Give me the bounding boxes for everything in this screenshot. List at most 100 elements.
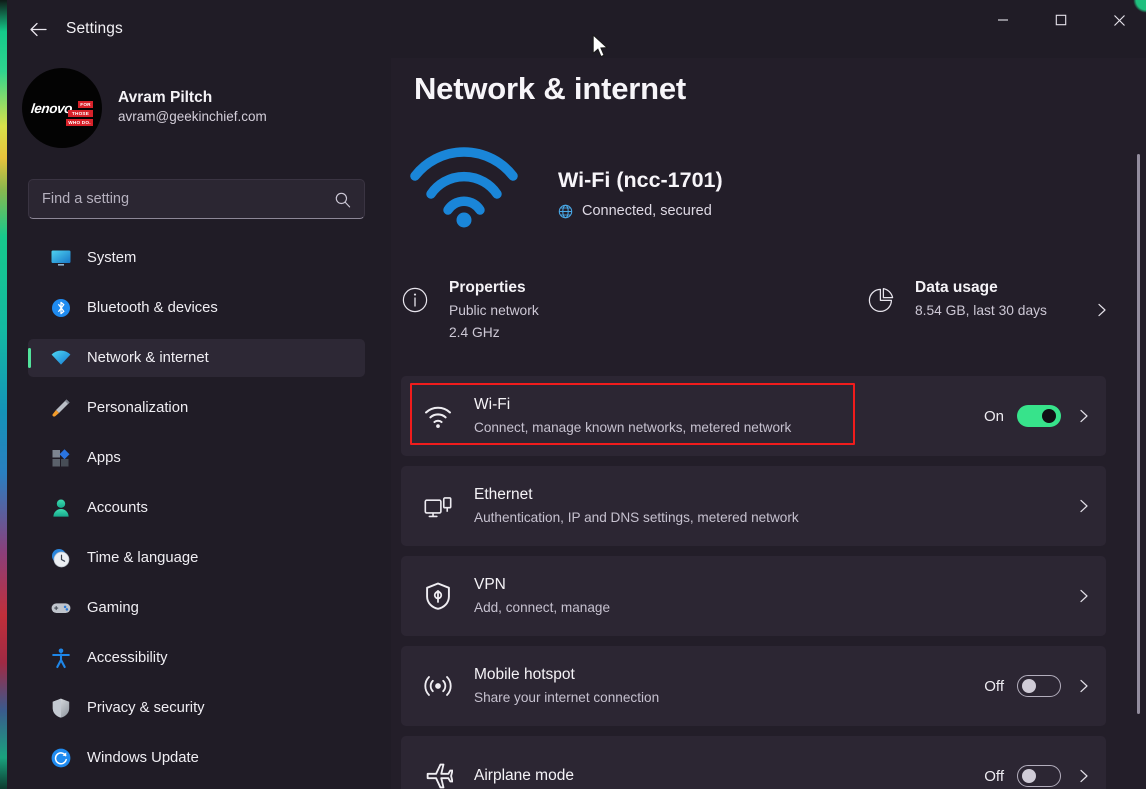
shield-icon (50, 697, 72, 719)
airplane-icon (423, 761, 453, 789)
toggle-knob (1042, 409, 1056, 423)
chevron-right-icon[interactable] (1076, 588, 1092, 604)
setting-card-controls: Off (984, 765, 1092, 787)
vpn-shield-icon (423, 581, 453, 611)
gamepad-icon (50, 597, 72, 619)
sidebar-item-accessibility[interactable]: Accessibility (28, 639, 365, 677)
properties-network-type: Public network (449, 303, 539, 318)
account-card[interactable]: lenovo FOR THOSE WHO DO. Avram Piltch av… (22, 68, 372, 148)
setting-card-subtitle: Connect, manage known networks, metered … (474, 420, 792, 435)
properties-title: Properties (449, 279, 526, 296)
sidebar-item-bluetooth-devices[interactable]: Bluetooth & devices (28, 289, 365, 327)
paintbrush-icon (50, 397, 72, 419)
minimize-button[interactable] (980, 0, 1026, 40)
setting-card-title: Mobile hotspot (474, 666, 575, 683)
back-arrow-icon (29, 22, 47, 36)
avatar-brand-text: lenovo (30, 101, 73, 116)
sidebar-item-label: Privacy & security (87, 700, 205, 716)
setting-card-mobile-hotspot[interactable]: Mobile hotspot Share your internet connec… (401, 646, 1106, 726)
clock-globe-icon (52, 549, 70, 568)
shield-icon (52, 698, 70, 718)
network-info-strip: Properties Public network 2.4 GHz Data u… (401, 276, 1123, 368)
sidebar-item-label: Windows Update (87, 750, 199, 766)
chevron-right-icon[interactable] (1076, 498, 1092, 514)
sidebar: lenovo FOR THOSE WHO DO. Avram Piltch av… (6, 58, 391, 789)
sidebar-item-label: System (87, 250, 137, 266)
sidebar-item-gaming[interactable]: Gaming (28, 589, 365, 627)
sidebar-item-network-internet[interactable]: Network & internet (28, 339, 365, 377)
setting-card-title: Wi-Fi (474, 396, 511, 413)
scrollbar-track[interactable] (1132, 58, 1144, 789)
sidebar-item-label: Apps (87, 450, 121, 466)
hotspot-icon (424, 676, 452, 696)
sidebar-item-personalization[interactable]: Personalization (28, 389, 365, 427)
toggle-airplane-mode[interactable] (1017, 765, 1061, 787)
wifi-card-icon (424, 406, 452, 428)
info-circle-icon (402, 287, 428, 313)
title-bar: Settings (6, 0, 1146, 58)
sidebar-item-time-language[interactable]: Time & language (28, 539, 365, 577)
apps-icon (52, 449, 70, 467)
update-refresh-icon (51, 748, 71, 768)
setting-card-wi-fi[interactable]: Wi-Fi Connect, manage known networks, met… (401, 376, 1106, 456)
avatar-tagline-3: WHO DO. (66, 119, 93, 126)
sidebar-item-label: Time & language (87, 550, 199, 566)
bluetooth-icon (50, 297, 72, 319)
pie-chart-icon (868, 287, 894, 312)
sidebar-item-label: Accessibility (87, 650, 168, 666)
sidebar-item-system[interactable]: System (28, 239, 365, 277)
maximize-button[interactable] (1038, 0, 1084, 40)
close-icon (1113, 14, 1125, 26)
chevron-right-icon[interactable] (1094, 302, 1110, 318)
sidebar-item-apps[interactable]: Apps (28, 439, 365, 477)
account-email: avram@geekinchief.com (118, 109, 267, 124)
sidebar-item-accounts[interactable]: Accounts (28, 489, 365, 527)
setting-card-vpn[interactable]: VPN Add, connect, manage (401, 556, 1106, 636)
account-name: Avram Piltch (118, 89, 213, 106)
sidebar-item-label: Network & internet (87, 350, 209, 366)
sidebar-item-label: Personalization (87, 400, 189, 416)
toggle-mobile-hotspot[interactable] (1017, 675, 1061, 697)
page-title: Network & internet (414, 71, 686, 106)
setting-card-subtitle: Share your internet connection (474, 690, 660, 705)
setting-card-texts: Ethernet Authentication, IP and DNS setti… (474, 484, 1061, 528)
setting-card-texts: Airplane mode (474, 765, 984, 787)
avatar-tagline-2: THOSE (68, 110, 93, 117)
properties-block[interactable]: Properties Public network 2.4 GHz (401, 276, 539, 344)
toggle-state-label: Off (984, 767, 1004, 785)
setting-card-controls: On (984, 405, 1092, 427)
chevron-right-icon[interactable] (1076, 408, 1092, 424)
chevron-right-icon[interactable] (1076, 678, 1092, 694)
toggle-wi-fi[interactable] (1017, 405, 1061, 427)
toggle-state-label: On (983, 407, 1004, 425)
minimize-icon (998, 19, 1008, 21)
chevron-right-icon[interactable] (1076, 768, 1092, 784)
ethernet-icon (424, 497, 452, 518)
search-placeholder: Find a setting (42, 191, 130, 207)
main-content: Network & internet Wi-Fi (ncc-1701) Conn… (391, 58, 1146, 789)
properties-band: 2.4 GHz (449, 325, 500, 340)
search-input[interactable]: Find a setting (28, 179, 365, 219)
toggle-knob (1022, 769, 1036, 783)
scrollbar-thumb[interactable] (1137, 154, 1140, 714)
close-button[interactable] (1096, 0, 1142, 40)
avatar[interactable]: lenovo FOR THOSE WHO DO. (22, 68, 102, 148)
network-settings-cards: Wi-Fi Connect, manage known networks, met… (401, 376, 1123, 789)
sidebar-item-windows-update[interactable]: Windows Update (28, 739, 365, 777)
setting-card-ethernet[interactable]: Ethernet Authentication, IP and DNS setti… (401, 466, 1106, 546)
search-icon[interactable] (334, 191, 352, 209)
hotspot-icon (423, 671, 453, 701)
wifi-icon (423, 401, 453, 431)
back-button[interactable] (17, 10, 59, 48)
data-usage-amount: 8.54 GB, last 30 days (915, 303, 1047, 318)
sidebar-item-label: Bluetooth & devices (87, 300, 218, 316)
setting-card-airplane-mode[interactable]: Airplane mode Off (401, 736, 1106, 789)
toggle-state-label: Off (984, 677, 1004, 695)
airplane-icon (426, 763, 453, 789)
person-icon (50, 497, 72, 519)
update-refresh-icon (50, 747, 72, 769)
sidebar-item-privacy-security[interactable]: Privacy & security (28, 689, 365, 727)
setting-card-controls (1061, 588, 1092, 604)
data-usage-block[interactable]: Data usage 8.54 GB, last 30 days (867, 276, 1047, 322)
clock-globe-icon (50, 547, 72, 569)
